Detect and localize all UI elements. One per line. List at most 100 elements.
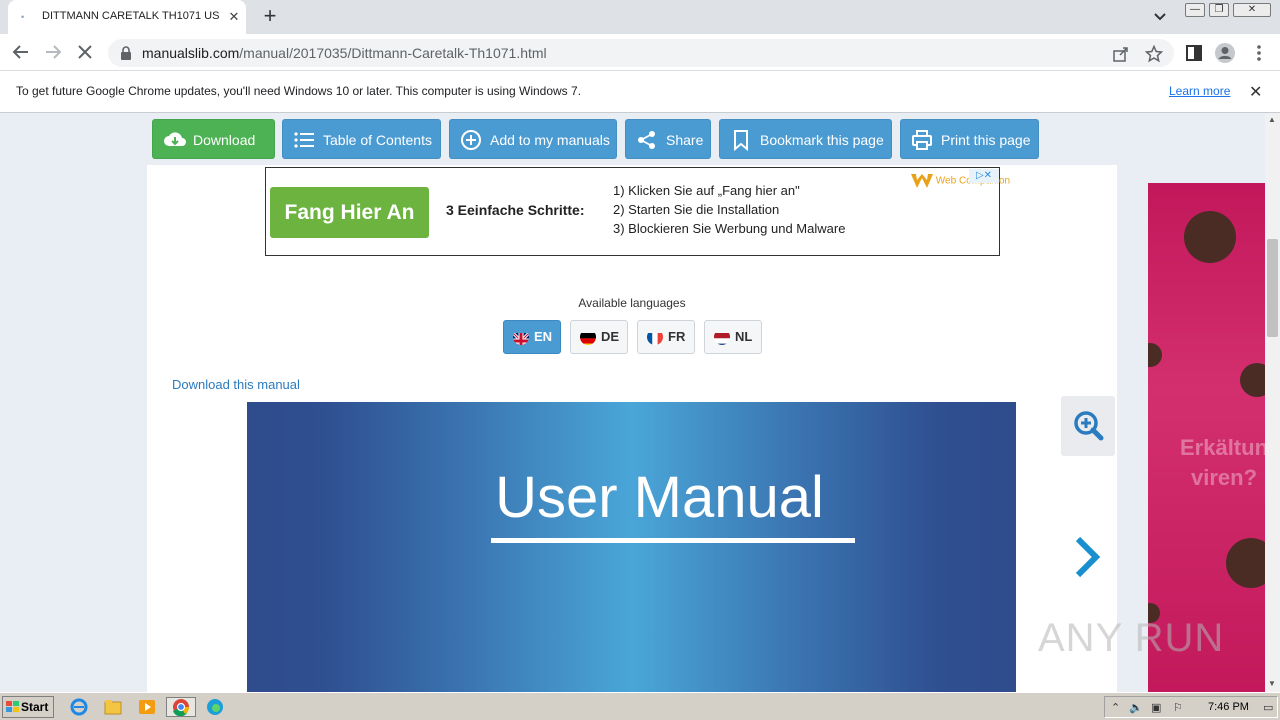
kebab-menu-icon[interactable] <box>1248 42 1270 64</box>
netherlands-flag-icon <box>714 329 730 345</box>
plus-circle-icon <box>461 130 481 150</box>
tab-close-icon[interactable]: ✕ <box>226 9 242 25</box>
next-page-button[interactable] <box>1070 533 1104 583</box>
bookmark-icon <box>734 130 748 151</box>
action-center-flag-icon[interactable]: ⚐ <box>1173 701 1183 714</box>
manual-page-preview[interactable]: User Manual <box>247 402 1016 692</box>
virus-illustration <box>1184 211 1236 263</box>
banner-ad[interactable]: Fang Hier An 3 Eeinfache Schritte: 1) Kl… <box>265 167 1010 256</box>
new-tab-button[interactable]: + <box>258 5 282 29</box>
bookmark-label: Bookmark this page <box>760 132 884 148</box>
ad-steps-title: 3 Eeinfache Schritte: <box>446 202 585 218</box>
languages-label: Available languages <box>578 296 686 310</box>
manual-cover-title: User Manual <box>495 465 824 530</box>
forward-arrow-icon[interactable] <box>40 39 66 65</box>
download-label: Download <box>193 132 256 148</box>
windows-taskbar: Start ⌃ 🔈 ▣ ⚐ 7:46 PM ▭ <box>0 692 1280 720</box>
scroll-down-arrow-icon[interactable]: ▼ <box>1268 679 1276 688</box>
close-window-button[interactable]: ✕ <box>1233 3 1271 17</box>
print-label: Print this page <box>941 132 1031 148</box>
side-ad-text: Erkältun viren? <box>1179 435 1265 490</box>
stop-loading-icon[interactable] <box>72 39 98 65</box>
chrome-taskbar-icon[interactable] <box>166 697 196 717</box>
file-explorer-icon[interactable] <box>102 697 124 717</box>
web-companion-logo-icon <box>911 174 933 188</box>
taskbar-clock[interactable]: 7:46 PM <box>1208 701 1249 713</box>
network-icon[interactable]: ▣ <box>1151 701 1161 714</box>
lang-fr-label: FR <box>668 329 686 344</box>
start-button[interactable]: Start <box>2 696 54 718</box>
loading-favicon-icon: • <box>21 12 25 22</box>
page-viewport: Download Table of Contents Add to my man… <box>0 113 1265 692</box>
add-to-manuals-button[interactable]: Add to my manuals <box>449 119 617 159</box>
table-of-contents-button[interactable]: Table of Contents <box>282 119 441 159</box>
scrollbar-thumb[interactable] <box>1267 239 1278 337</box>
list-icon <box>294 132 314 148</box>
share-icon <box>638 131 655 149</box>
ad-step-3: 3) Blockieren Sie Werbung und Malware <box>613 221 846 236</box>
ad-step-2: 2) Starten Sie die Installation <box>613 202 780 217</box>
virus-illustration <box>1240 363 1265 397</box>
share-page-icon[interactable] <box>1112 45 1130 63</box>
browser-tab[interactable]: • DITTMANN CARETALK TH1071 USER MANUAL P… <box>8 0 246 34</box>
cloud-download-icon <box>164 132 186 146</box>
printer-icon <box>912 130 932 150</box>
system-tray: ⌃ 🔈 ▣ ⚐ 7:46 PM ▭ <box>1104 696 1278 718</box>
download-button[interactable]: Download <box>152 119 275 159</box>
lang-de-button[interactable]: DE <box>570 320 628 354</box>
lang-nl-button[interactable]: NL <box>704 320 762 354</box>
anyrun-watermark: ANY RUN <box>1038 616 1225 660</box>
update-infobar: To get future Google Chrome updates, you… <box>0 71 1280 113</box>
browser-toolbar: manualslib.com/manual/2017035/Dittmann-C… <box>0 34 1280 71</box>
learn-more-link[interactable]: Learn more <box>1169 84 1230 98</box>
virus-illustration <box>1148 343 1162 367</box>
page-scrollbar[interactable]: ▲ ▼ <box>1265 113 1280 692</box>
france-flag-icon <box>647 329 663 345</box>
start-label: Start <box>21 700 49 714</box>
url-text: manualslib.com/manual/2017035/Dittmann-C… <box>142 45 547 61</box>
minimize-button[interactable]: — <box>1185 3 1205 17</box>
volume-icon[interactable]: 🔈 <box>1129 701 1143 714</box>
tray-expand-icon[interactable]: ⌃ <box>1111 701 1120 714</box>
virus-illustration <box>1226 538 1265 588</box>
tab-search-chevron-icon[interactable] <box>1150 8 1170 26</box>
add-label: Add to my manuals <box>490 132 610 148</box>
back-arrow-icon[interactable] <box>8 39 34 65</box>
infobar-message: To get future Google Chrome updates, you… <box>16 84 582 98</box>
scroll-up-arrow-icon[interactable]: ▲ <box>1268 115 1276 124</box>
cover-divider <box>491 538 855 543</box>
uk-flag-icon <box>513 329 529 345</box>
print-page-button[interactable]: Print this page <box>900 119 1039 159</box>
bookmark-page-button[interactable]: Bookmark this page <box>719 119 892 159</box>
adchoices-close-icon[interactable]: ▷✕ <box>969 169 999 183</box>
lang-de-label: DE <box>601 329 620 344</box>
toc-label: Table of Contents <box>323 132 432 148</box>
windows-logo-icon <box>6 701 19 712</box>
show-desktop-icon[interactable]: ▭ <box>1263 701 1273 714</box>
infobar-close-icon[interactable]: ✕ <box>1249 82 1262 102</box>
ad-cta-button[interactable]: Fang Hier An <box>270 187 429 238</box>
zoom-in-icon <box>1074 411 1104 441</box>
address-bar[interactable]: manualslib.com/manual/2017035/Dittmann-C… <box>108 39 1174 67</box>
restore-button[interactable]: ❐ <box>1209 3 1229 17</box>
lang-en-label: EN <box>534 329 553 344</box>
edge-icon[interactable] <box>204 697 226 717</box>
chevron-right-icon <box>1075 536 1101 578</box>
share-label: Share <box>666 132 704 148</box>
zoom-in-button[interactable] <box>1061 396 1115 456</box>
side-panel-icon[interactable] <box>1183 42 1205 64</box>
media-player-icon[interactable] <box>136 697 158 717</box>
tab-title: DITTMANN CARETALK TH1071 USER MANUAL Pdf… <box>42 10 220 22</box>
ad-step-1: 1) Klicken Sie auf „Fang hier an" <box>613 183 800 198</box>
lock-icon <box>120 46 132 60</box>
lang-nl-label: NL <box>735 329 753 344</box>
lang-fr-button[interactable]: FR <box>637 320 695 354</box>
lang-en-button[interactable]: EN <box>503 320 561 354</box>
bookmark-star-icon[interactable] <box>1144 44 1164 63</box>
germany-flag-icon <box>580 329 596 345</box>
share-button[interactable]: Share <box>625 119 711 159</box>
internet-explorer-icon[interactable] <box>68 697 90 717</box>
profile-avatar-icon[interactable] <box>1214 42 1236 64</box>
tab-strip: • DITTMANN CARETALK TH1071 USER MANUAL P… <box>0 0 1280 34</box>
download-manual-link[interactable]: Download this manual <box>172 377 300 392</box>
